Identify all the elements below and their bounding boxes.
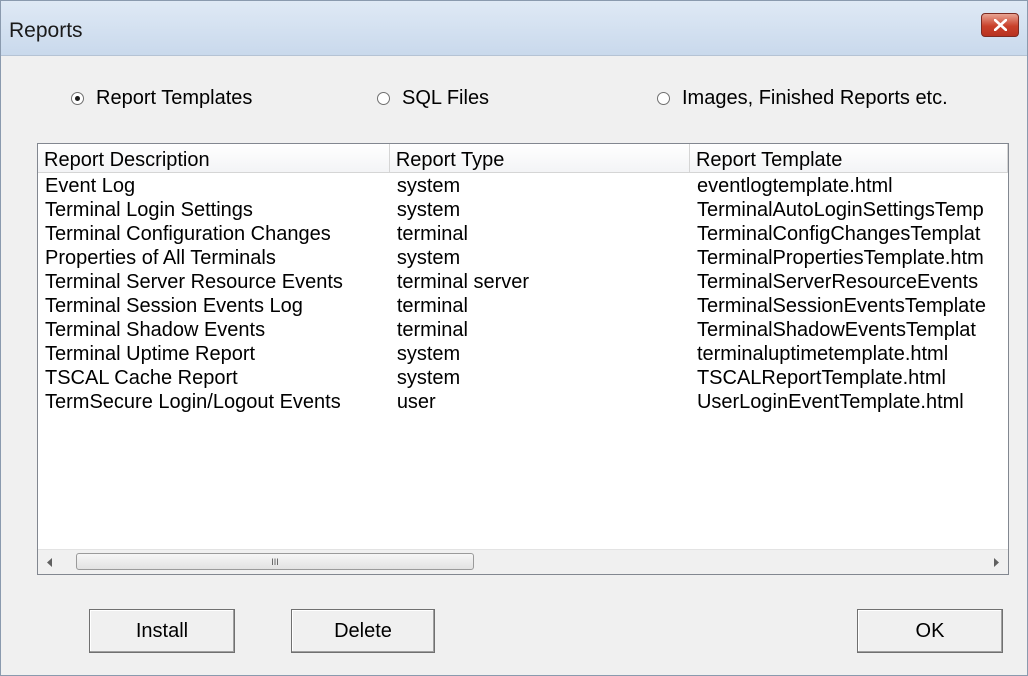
cell-description: Terminal Shadow Events — [45, 319, 266, 341]
list-item[interactable]: Terminal Session Events Log terminal Ter… — [38, 294, 1008, 318]
reports-dialog: Reports Report Templates SQL Files Image… — [0, 0, 1028, 676]
cell-description: Terminal Session Events Log — [45, 295, 303, 317]
list-item[interactable]: TermSecure Login/Logout Events user User… — [38, 390, 1008, 414]
list-rows: Event Log system eventlogtemplate.html T… — [38, 174, 1008, 414]
delete-button[interactable]: Delete — [291, 609, 435, 653]
radio-images-finished-reports[interactable]: Images, Finished Reports etc. — [657, 87, 948, 110]
list-item[interactable]: Terminal Uptime Report system terminalup… — [38, 342, 1008, 366]
close-icon — [994, 19, 1007, 31]
cell-description: Terminal Login Settings — [45, 199, 253, 221]
list-item[interactable]: Event Log system eventlogtemplate.html — [38, 174, 1008, 198]
list-item[interactable]: Properties of All Terminals system Termi… — [38, 246, 1008, 270]
install-button[interactable]: Install — [89, 609, 235, 653]
radio-sql-files[interactable]: SQL Files — [377, 87, 489, 110]
scroll-left-button[interactable] — [38, 550, 62, 574]
list-header: Report Description Report Type Report Te… — [38, 144, 1008, 173]
radio-label: Images, Finished Reports etc. — [682, 87, 948, 109]
ok-button[interactable]: OK — [857, 609, 1003, 653]
list-item[interactable]: Terminal Shadow Events terminal Terminal… — [38, 318, 1008, 342]
cell-type: terminal — [396, 223, 468, 245]
cell-type: system — [396, 247, 461, 269]
cell-template: TSCALReportTemplate.html — [696, 367, 946, 389]
horizontal-scrollbar[interactable]: III — [38, 549, 1008, 574]
cell-type: system — [396, 367, 461, 389]
file-type-radio-group: Report Templates SQL Files Images, Finis… — [1, 87, 1027, 117]
cell-template: TerminalPropertiesTemplate.htm — [696, 247, 984, 269]
list-item[interactable]: Terminal Configuration Changes terminal … — [38, 222, 1008, 246]
cell-template: TerminalConfigChangesTemplat — [696, 223, 981, 245]
list-item[interactable]: Terminal Server Resource Events terminal… — [38, 270, 1008, 294]
radio-label: SQL Files — [402, 87, 490, 109]
cell-description: Terminal Uptime Report — [45, 343, 256, 365]
column-header-template[interactable]: Report Template — [690, 144, 1008, 172]
scrollbar-thumb[interactable]: III — [76, 553, 474, 570]
cell-template: TerminalServerResourceEvents — [696, 271, 979, 293]
radio-button[interactable] — [377, 92, 390, 105]
cell-description: TSCAL Cache Report — [45, 367, 238, 389]
cell-template: UserLoginEventTemplate.html — [696, 391, 964, 413]
arrow-left-icon — [47, 557, 52, 567]
grip-icon: III — [271, 557, 279, 567]
radio-label: Report Templates — [96, 87, 253, 109]
cell-template: TerminalAutoLoginSettingsTemp — [696, 199, 984, 221]
cell-template: TerminalSessionEventsTemplate — [696, 295, 986, 317]
cell-type: user — [396, 391, 436, 413]
cell-description: Properties of All Terminals — [45, 247, 276, 269]
list-item[interactable]: TSCAL Cache Report system TSCALReportTem… — [38, 366, 1008, 390]
cell-type: system — [396, 343, 461, 365]
cell-type: terminal server — [396, 271, 530, 293]
window-title: Reports — [9, 19, 83, 42]
cell-template: terminaluptimetemplate.html — [696, 343, 949, 365]
cell-description: Terminal Server Resource Events — [45, 271, 343, 293]
column-header-description[interactable]: Report Description — [38, 144, 390, 172]
radio-button-checked[interactable] — [71, 92, 84, 105]
cell-type: system — [396, 175, 461, 197]
cell-type: system — [396, 199, 461, 221]
radio-button[interactable] — [657, 92, 670, 105]
title-bar[interactable]: Reports — [1, 1, 1027, 56]
column-header-type[interactable]: Report Type — [390, 144, 690, 172]
cell-type: terminal — [396, 319, 468, 341]
list-item[interactable]: Terminal Login Settings system TerminalA… — [38, 198, 1008, 222]
reports-list[interactable]: Report Description Report Type Report Te… — [37, 143, 1009, 575]
close-button[interactable] — [981, 13, 1019, 37]
radio-report-templates[interactable]: Report Templates — [71, 87, 252, 110]
cell-description: Event Log — [45, 175, 136, 197]
scroll-right-button[interactable] — [984, 550, 1008, 574]
arrow-right-icon — [994, 557, 999, 567]
cell-description: Terminal Configuration Changes — [45, 223, 331, 245]
cell-description: TermSecure Login/Logout Events — [45, 391, 341, 413]
cell-template: eventlogtemplate.html — [696, 175, 893, 197]
cell-template: TerminalShadowEventsTemplat — [696, 319, 976, 341]
cell-type: terminal — [396, 295, 468, 317]
